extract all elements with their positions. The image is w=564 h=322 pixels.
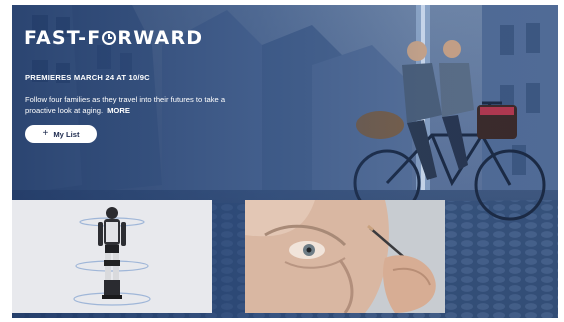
logo-text-start: FAST-F [24,27,102,49]
older-woman-makeup-thumbnail[interactable] [245,200,445,313]
my-list-button[interactable]: + My List [25,125,97,143]
clock-icon [102,31,117,45]
exoskeleton-thumbnail[interactable] [12,200,212,313]
my-list-label: My List [53,129,80,139]
show-logo: FAST-F RWARD [24,27,203,49]
premiere-date: PREMIERES MARCH 24 AT 10/9C [25,73,150,82]
plus-icon: + [42,128,49,139]
show-description: Follow four families as they travel into… [25,94,230,116]
logo-text-end: RWARD [117,27,204,49]
more-link[interactable]: MORE [107,106,130,115]
